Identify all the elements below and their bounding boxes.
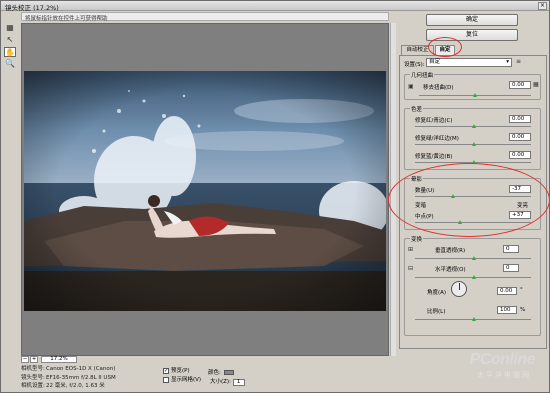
- vertical-perspective-label: 垂直透视(R): [435, 248, 466, 254]
- lens-model-label: 镜头型号:: [21, 374, 45, 381]
- highlight-circle-tab: [428, 37, 462, 57]
- zoom-level-select[interactable]: 17.2%: [41, 356, 77, 363]
- ok-button[interactable]: 确定: [426, 14, 518, 26]
- watermark-subtitle: 太平洋电脑网: [477, 371, 531, 379]
- close-button[interactable]: ×: [538, 2, 547, 10]
- camera-settings-label: 相机设置:: [21, 383, 45, 389]
- show-grid-label: 显示网格(V): [171, 377, 202, 383]
- watermark-brand: PConline: [469, 351, 536, 368]
- horizontal-perspective-icon: ⊟: [408, 265, 414, 272]
- geometric-title: 几何扭曲: [410, 71, 435, 79]
- vertical-perspective-icon: ⊞: [408, 246, 414, 253]
- horizontal-perspective-label: 水平透视(O): [435, 267, 466, 273]
- horizontal-perspective-input[interactable]: 0: [503, 264, 519, 272]
- chromatic-aberration-group: 色差 修复红/青边(C) 0.00 修复绿/洋红边(M) 0.00 修复蓝/黄边…: [404, 105, 541, 170]
- grid-color-control: 颜色:: [208, 368, 234, 376]
- zoom-out-button[interactable]: −: [21, 356, 29, 363]
- scale-input[interactable]: 100: [497, 306, 517, 314]
- vertical-perspective-input[interactable]: 0: [503, 245, 519, 253]
- show-grid-checkbox[interactable]: [163, 376, 169, 383]
- angle-unit: °: [520, 287, 523, 293]
- photo-image: [24, 71, 386, 311]
- angle-label: 角度(A): [427, 290, 447, 296]
- scale-unit: %: [520, 307, 526, 313]
- grid-size-input[interactable]: 1: [232, 379, 245, 386]
- remove-distortion-thumb[interactable]: [473, 93, 477, 97]
- distortion-grid-icon: ▦: [533, 81, 539, 88]
- lens-correction-dialog: 镜头校正 (17.2%) × 将鼠标指针放在控件上可获得帮助 ▦ ↖ ✋ 🔍 −…: [0, 0, 550, 393]
- preview-photo: [24, 71, 386, 311]
- settings-label: 设置(S):: [404, 62, 425, 68]
- fix-green-magenta-label: 修复绿/洋红边(M): [415, 136, 459, 142]
- fix-blue-yellow-input[interactable]: 0.00: [509, 151, 531, 159]
- fix-green-magenta-input[interactable]: 0.00: [509, 133, 531, 141]
- hand-tool-icon[interactable]: ✋: [4, 47, 16, 57]
- settings-menu-icon[interactable]: ≡: [516, 58, 521, 65]
- show-grid-checkbox-row[interactable]: 显示网格(V): [163, 376, 201, 385]
- fix-red-cyan-input[interactable]: 0.00: [509, 115, 531, 123]
- chromatic-title: 色差: [410, 105, 424, 113]
- highlight-circle-vignette: [388, 163, 550, 237]
- grid-color-label: 颜色:: [208, 370, 221, 376]
- title-bar: 镜头校正 (17.2%) ×: [1, 1, 549, 12]
- angle-dial[interactable]: [451, 281, 467, 297]
- camera-model-value: Canon EOS-1D X (Canon): [46, 366, 116, 372]
- scale-thumb[interactable]: [472, 317, 476, 321]
- camera-settings-value: 22 毫米, f/2.0, 1.63 米: [46, 383, 105, 389]
- vertical-perspective-thumb[interactable]: [472, 256, 476, 260]
- lens-model-value: EF16-35mm f/2.8L II USM: [46, 374, 116, 381]
- fix-red-cyan-thumb[interactable]: [472, 124, 476, 128]
- transform-group: 变换 ⊞ 垂直透视(R) 0 ⊟ 水平透视(O) 0 角度(A) 0.00 ° …: [404, 235, 541, 336]
- preview-label: 预览(P): [171, 368, 190, 374]
- transform-title: 变换: [410, 235, 424, 243]
- remove-distortion-label: 移去扭曲(D): [423, 85, 454, 91]
- camera-model-label: 相机型号:: [21, 366, 45, 372]
- zoom-bar: − + 17.2%: [21, 356, 389, 364]
- hint-bar: 将鼠标指针放在控件上可获得帮助: [21, 12, 389, 22]
- fix-green-magenta-thumb[interactable]: [472, 142, 476, 146]
- grid-size-control: 大小(Z): 1: [210, 377, 245, 386]
- settings-select[interactable]: 自定 ▾: [426, 58, 512, 67]
- toolbox: ▦ ↖ ✋ 🔍: [4, 23, 18, 71]
- grid-color-swatch[interactable]: [223, 370, 234, 375]
- fix-red-cyan-label: 修复红/青边(C): [415, 118, 453, 124]
- distortion-icon: ▣: [408, 83, 414, 90]
- chevron-down-icon: ▾: [506, 59, 509, 65]
- straighten-tool-icon[interactable]: ↖: [4, 35, 16, 45]
- horizontal-perspective-thumb[interactable]: [472, 275, 476, 279]
- preview-checkbox-row[interactable]: ✓ 预览(P): [163, 367, 201, 376]
- zoom-tool-icon[interactable]: 🔍: [4, 59, 16, 69]
- zoom-in-button[interactable]: +: [30, 356, 38, 363]
- preview-options: ✓ 预览(P) 显示网格(V): [163, 367, 201, 385]
- preview-checkbox[interactable]: ✓: [163, 367, 169, 374]
- remove-distortion-input[interactable]: 0.00: [509, 81, 531, 89]
- angle-input[interactable]: 0.00: [497, 287, 517, 295]
- fix-blue-yellow-label: 修复蓝/黄边(B): [415, 154, 453, 160]
- preview-canvas[interactable]: [21, 23, 389, 356]
- grid-size-label: 大小(Z):: [210, 379, 231, 385]
- remove-distortion-tool-icon[interactable]: ▦: [4, 23, 16, 33]
- scale-label: 比例(L): [427, 309, 446, 315]
- window-title: 镜头校正 (17.2%): [5, 4, 59, 12]
- geometric-distortion-group: 几何扭曲 ▣ 移去扭曲(D) 0.00 ▦: [404, 71, 541, 100]
- hint-text: 将鼠标指针放在控件上可获得帮助: [25, 16, 108, 22]
